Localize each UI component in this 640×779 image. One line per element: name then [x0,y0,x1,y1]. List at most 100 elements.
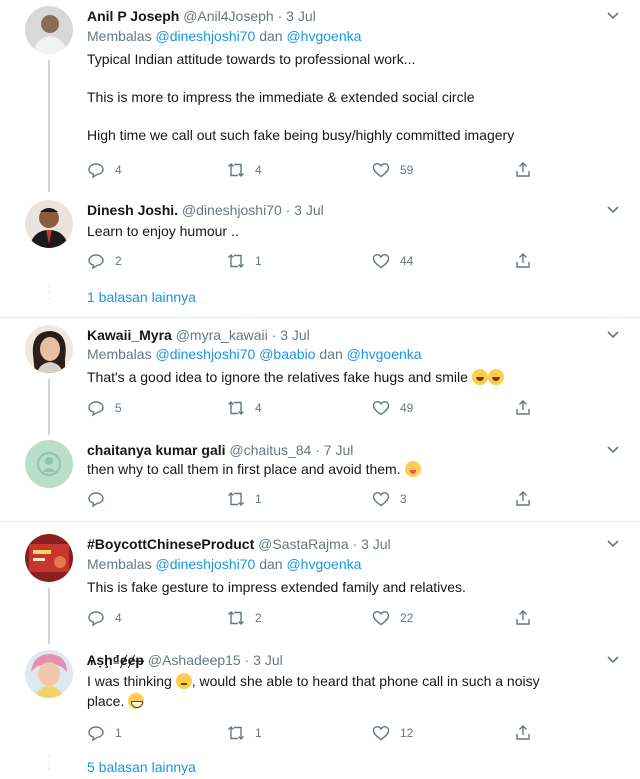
retweet-count: 2 [255,611,262,625]
like-count: 44 [400,254,414,268]
tweet-header: chaitanya kumar gali @chaitus_84 · 7 Jul [87,442,354,458]
mention-link[interactable]: @dineshjoshi70 [155,556,255,572]
heart-icon [372,162,390,178]
tweet-date[interactable]: 3 Jul [280,327,310,343]
heart-icon [372,400,390,416]
tweet-date[interactable]: 3 Jul [253,652,283,668]
like-count: 22 [400,611,414,625]
mention-link[interactable]: @hvgoenka [286,28,361,44]
mention-link[interactable]: @hvgoenka [347,346,422,362]
heart-icon [372,491,390,507]
like-button[interactable]: 59 [372,160,413,180]
share-icon [516,610,530,625]
reply-button[interactable]: 4 [87,160,122,180]
like-button[interactable]: 44 [372,251,413,271]
avatar[interactable] [25,6,73,54]
heart-icon [372,725,390,741]
like-button[interactable]: 22 [372,608,413,628]
author-name[interactable]: Dinesh Joshi. [87,202,178,218]
thread-dots: · · · [47,281,51,304]
author-name[interactable]: Anil P Joseph [87,8,179,24]
author-handle[interactable]: @SastaRajma [258,536,348,552]
reply-button[interactable] [87,489,115,509]
share-button[interactable] [514,723,542,743]
retweet-icon [228,401,244,415]
tweet-anil[interactable]: Anil P Joseph @Anil4Joseph · 3 Jul Memba… [0,6,640,192]
show-more-replies-link[interactable]: 5 balasan lainnya [87,759,196,775]
show-more-replies-link[interactable]: 1 balasan lainnya [87,289,196,305]
share-button[interactable] [514,489,542,509]
retweet-button[interactable]: 1 [227,489,262,509]
thread-dots: · · · [47,751,51,774]
author-name[interactable]: #BoycottChineseProduct [87,536,254,552]
thread-line [48,379,50,435]
reply-button[interactable]: 2 [87,251,122,271]
mention-link[interactable]: @hvgoenka [286,556,361,572]
mention-link[interactable]: @dineshjoshi70 [155,28,255,44]
tweet-date[interactable]: 7 Jul [324,442,354,458]
avatar[interactable] [25,650,73,698]
mention-link[interactable]: @baabio [259,346,315,362]
reply-button[interactable]: 4 [87,608,122,628]
author-handle[interactable]: @Anil4Joseph [183,8,274,24]
avatar[interactable] [25,534,73,582]
reply-icon [88,611,104,627]
like-count: 12 [400,726,414,740]
retweet-count: 1 [255,726,262,740]
retweet-button[interactable]: 4 [227,160,262,180]
author-handle[interactable]: @dineshjoshi70 [182,202,282,218]
reply-icon [88,492,104,508]
retweet-icon [228,492,244,506]
author-handle[interactable]: @myra_kawaii [176,327,268,343]
chevron-down-icon[interactable] [606,536,620,550]
share-button[interactable] [514,398,542,418]
share-button[interactable] [514,160,542,180]
retweet-button[interactable]: 1 [227,251,262,271]
author-name[interactable]: Ѧṣḩ₫ɇɇᵽ [87,652,144,668]
tweet-ashadeep[interactable]: Ѧṣḩ₫ɇɇᵽ @Ashadeep15 · 3 Jul I was thinki… [0,650,640,750]
tweet-dinesh[interactable]: Dinesh Joshi. @dineshjoshi70 · 3 Jul Lea… [0,200,640,280]
share-icon [516,400,530,415]
tweet-date[interactable]: 3 Jul [286,8,316,24]
tweet-text: Typical Indian attitude towards to profe… [87,51,515,143]
tweet-header: #BoycottChineseProduct @SastaRajma · 3 J… [87,536,391,552]
like-button[interactable]: 3 [372,489,407,509]
avatar[interactable] [25,325,73,373]
chevron-down-icon[interactable] [606,327,620,341]
retweet-icon [228,254,244,268]
tweet-date[interactable]: 3 Jul [361,536,391,552]
author-handle[interactable]: @Ashadeep15 [148,652,241,668]
like-button[interactable]: 12 [372,723,413,743]
retweet-count: 4 [255,163,262,177]
reply-button[interactable]: 1 [87,723,122,743]
thread-1: Anil P Joseph @Anil4Joseph · 3 Jul Memba… [0,0,640,318]
chevron-down-icon[interactable] [606,8,620,22]
avatar[interactable] [25,440,73,488]
reply-context: Membalas @dineshjoshi70 dan @hvgoenka [87,556,362,572]
retweet-button[interactable]: 1 [227,723,262,743]
tweet-date[interactable]: 3 Jul [294,202,324,218]
tweet-actions: 4 2 22 [87,608,547,628]
rolling-laughing-emoji [471,369,488,385]
reply-count: 4 [115,163,122,177]
tweet-text: then why to call them in first place and… [87,460,607,479]
reply-button[interactable]: 5 [87,398,122,418]
tweet-text: This is fake gesture to impress extended… [87,579,466,595]
like-button[interactable]: 49 [372,398,413,418]
tweet-boycott[interactable]: #BoycottChineseProduct @SastaRajma · 3 J… [0,534,640,644]
tweet-kawaii[interactable]: Kawaii_Myra @myra_kawaii · 3 Jul Membala… [0,325,640,435]
author-handle[interactable]: @chaitus_84 [229,442,311,458]
mention-link[interactable]: @dineshjoshi70 [155,346,255,362]
retweet-button[interactable]: 2 [227,608,262,628]
author-name[interactable]: chaitanya kumar gali [87,442,226,458]
chevron-down-icon[interactable] [606,202,620,216]
avatar[interactable] [25,200,73,248]
chevron-down-icon[interactable] [606,652,620,666]
tweet-chaitanya[interactable]: chaitanya kumar gali @chaitus_84 · 7 Jul… [0,440,640,520]
chevron-down-icon[interactable] [606,442,620,456]
author-name[interactable]: Kawaii_Myra [87,327,172,343]
like-count: 49 [400,401,414,415]
share-button[interactable] [514,251,542,271]
share-button[interactable] [514,608,542,628]
retweet-button[interactable]: 4 [227,398,262,418]
